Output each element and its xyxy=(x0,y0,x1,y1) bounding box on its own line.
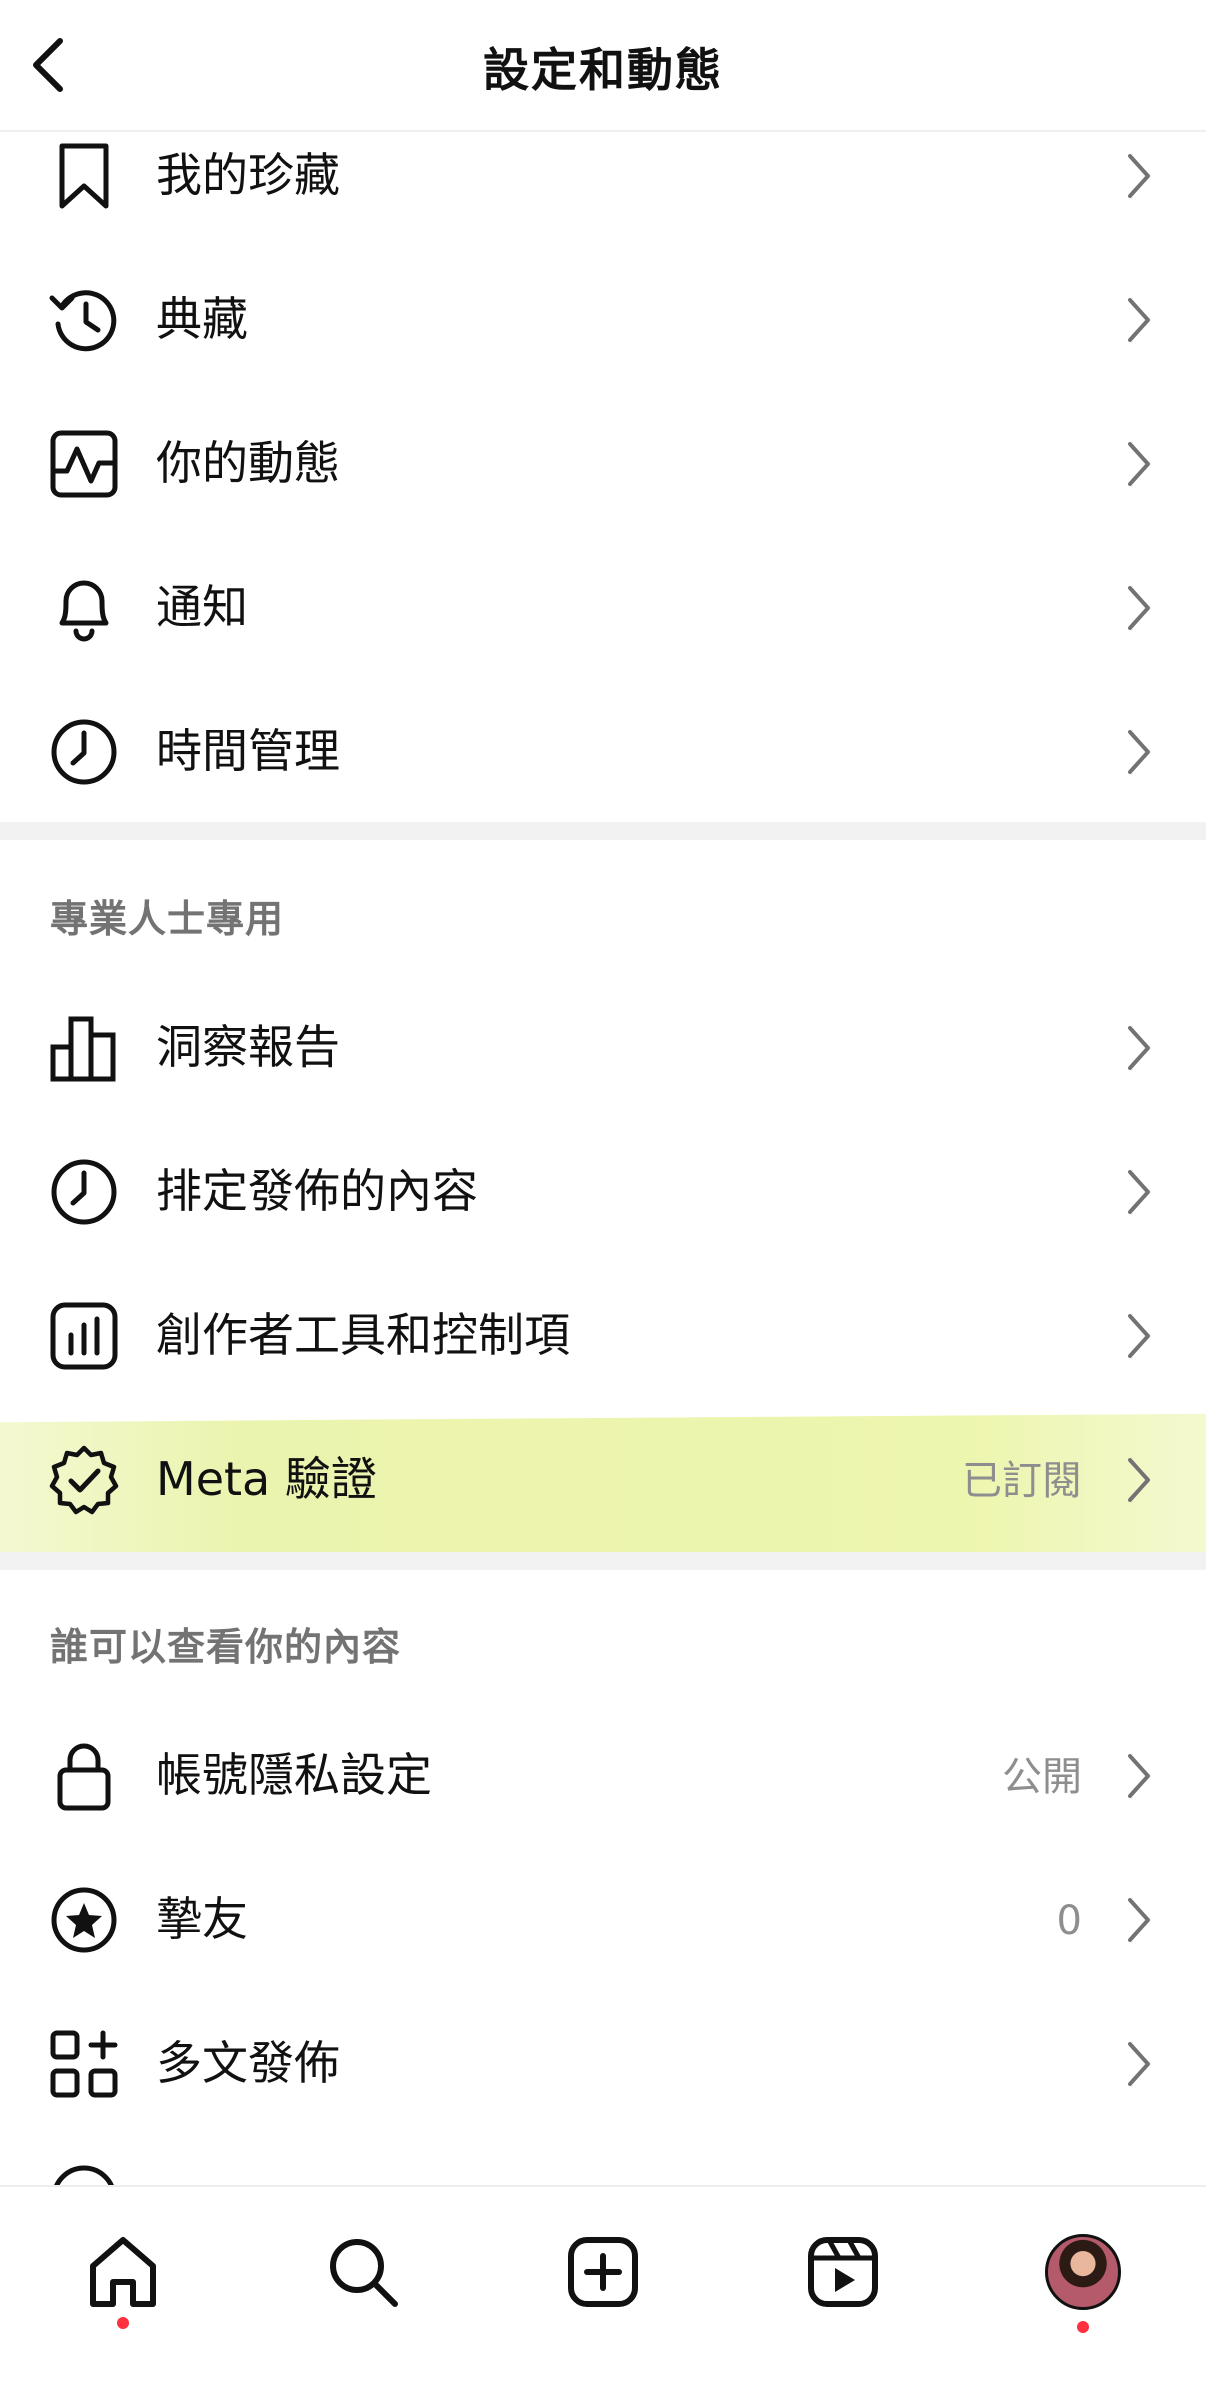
activity-icon xyxy=(48,428,120,500)
menu-item-label: 創作者工具和控制項 xyxy=(156,1308,570,1362)
chevron-right-icon xyxy=(1128,586,1150,630)
insights-chart-icon xyxy=(48,1012,120,1084)
profile-avatar xyxy=(1045,2234,1121,2310)
menu-item-label: 摯友 xyxy=(156,1892,248,1946)
clock-icon xyxy=(48,716,120,788)
reels-icon xyxy=(808,2237,878,2307)
chevron-right-icon xyxy=(1128,154,1150,198)
subscription-status: 已訂閱 xyxy=(962,1458,1082,1504)
chevron-right-icon xyxy=(1128,2042,1150,2086)
menu-item-label: 帳號隱私設定 xyxy=(156,1748,432,1802)
chevron-right-icon xyxy=(1128,1898,1150,1942)
chevron-right-icon xyxy=(1128,442,1150,486)
bell-icon xyxy=(48,572,120,644)
archive-history-icon xyxy=(48,284,120,356)
section-divider xyxy=(0,822,1206,840)
top-bar: 設定和動態 xyxy=(0,0,1206,132)
chevron-right-icon xyxy=(1128,1754,1150,1798)
page-title: 設定和動態 xyxy=(483,43,723,97)
section-title-professional: 專業人士專用 xyxy=(50,897,285,941)
section-title-visibility: 誰可以查看你的內容 xyxy=(50,1625,402,1669)
add-post-icon xyxy=(568,2237,638,2307)
nav-home[interactable] xyxy=(68,2217,178,2329)
creator-tools-icon xyxy=(48,1300,120,1372)
menu-item-scheduled-content[interactable]: 排定發佈的內容 xyxy=(0,1118,1206,1262)
home-notification-dot xyxy=(117,2317,129,2329)
menu-item-label: 排定發佈的內容 xyxy=(156,1164,478,1218)
menu-item-creator-tools[interactable]: 創作者工具和控制項 xyxy=(0,1262,1206,1406)
section-divider xyxy=(0,1552,1206,1570)
menu-item-label: 我的珍藏 xyxy=(156,148,340,202)
menu-item-label: 通知 xyxy=(156,580,248,634)
menu-item-close-friends[interactable]: 摯友 0 xyxy=(0,1846,1206,1990)
chevron-right-icon xyxy=(1128,1026,1150,1070)
bottom-navigation-bar xyxy=(0,2185,1206,2395)
search-icon xyxy=(330,2239,398,2307)
bookmark-icon xyxy=(48,140,120,212)
profile-notification-dot xyxy=(1077,2321,1089,2333)
menu-item-notifications[interactable]: 通知 xyxy=(0,534,1206,678)
nav-search[interactable] xyxy=(308,2217,418,2327)
menu-item-your-activity[interactable]: 你的動態 xyxy=(0,390,1206,534)
menu-item-label: 洞察報告 xyxy=(156,1020,340,1074)
menu-item-label: 你的動態 xyxy=(156,436,340,490)
chevron-right-icon xyxy=(1128,1458,1150,1502)
menu-item-crossposting[interactable]: 多文發佈 xyxy=(0,1990,1206,2134)
nav-create[interactable] xyxy=(548,2217,658,2327)
lock-icon xyxy=(48,1740,120,1812)
crossposting-icon xyxy=(48,2028,120,2100)
chevron-right-icon xyxy=(1128,298,1150,342)
chevron-right-icon xyxy=(1128,730,1150,774)
close-friends-star-icon xyxy=(48,1884,120,1956)
nav-profile[interactable] xyxy=(1028,2217,1138,2333)
menu-item-archive[interactable]: 典藏 xyxy=(0,246,1206,390)
menu-item-meta-verified[interactable]: Meta 驗證 已訂閱 xyxy=(0,1406,1206,1550)
chevron-right-icon xyxy=(1128,1314,1150,1358)
home-icon xyxy=(90,2237,156,2307)
menu-item-label: Meta 驗證 xyxy=(156,1452,377,1506)
menu-item-label: 時間管理 xyxy=(156,724,340,778)
nav-reels[interactable] xyxy=(788,2217,898,2327)
menu-item-label: 多文發佈 xyxy=(156,2036,340,2090)
menu-item-account-privacy[interactable]: 帳號隱私設定 公開 xyxy=(0,1702,1206,1846)
chevron-right-icon xyxy=(1128,1170,1150,1214)
clock-icon xyxy=(48,1156,120,1228)
menu-item-label: 典藏 xyxy=(156,292,248,346)
privacy-status: 公開 xyxy=(1002,1754,1082,1800)
menu-item-insights[interactable]: 洞察報告 xyxy=(0,974,1206,1118)
close-friends-count: 0 xyxy=(1056,1898,1082,1944)
verified-badge-icon xyxy=(48,1444,120,1516)
menu-item-time-management[interactable]: 時間管理 xyxy=(0,678,1206,822)
